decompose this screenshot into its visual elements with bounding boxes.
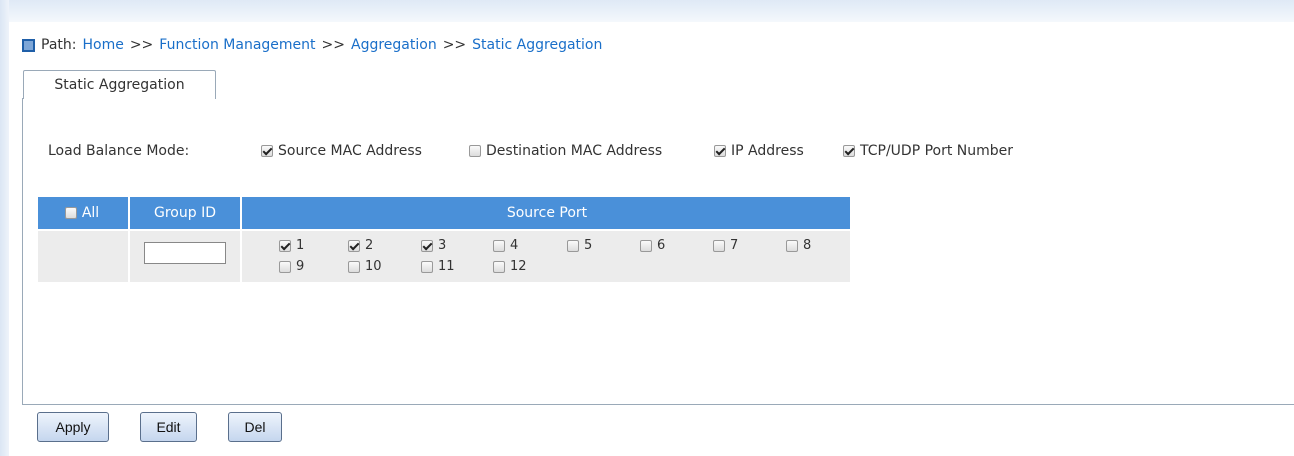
port-label: 1 [296,238,305,253]
port-5-checkbox[interactable] [567,239,579,252]
aggregation-table: All Group ID Source Port 1 2 3 4 5 6 7 8… [38,197,850,282]
port-item: 3 [421,238,446,253]
path-square-icon [22,38,35,52]
port-2-checkbox[interactable] [348,239,360,252]
header-all: All [38,197,126,229]
option-destination-mac: Destination MAC Address [469,143,662,159]
destination-mac-checkbox[interactable] [469,145,481,157]
ip-address-label: IP Address [731,143,804,159]
port-item: 12 [493,259,527,274]
port-item: 6 [640,238,665,253]
top-band [0,0,1294,22]
port-6-checkbox[interactable] [640,239,652,252]
port-item: 8 [786,238,811,253]
header-group-id: Group ID [128,197,240,229]
del-button[interactable]: Del [228,412,282,442]
port-label: 12 [510,259,527,274]
port-label: 4 [510,238,519,253]
table-header: All Group ID Source Port [38,197,850,229]
option-tcp-udp-port: TCP/UDP Port Number [843,143,1013,159]
port-item: 9 [279,259,304,274]
port-item: 4 [493,238,518,253]
table-row: 1 2 3 4 5 6 7 8 9 10 11 12 [38,231,850,282]
port-11-checkbox[interactable] [421,260,433,273]
port-item: 7 [713,238,738,253]
breadcrumb-function-management-link[interactable]: Function Management [159,37,315,53]
port-7-checkbox[interactable] [713,239,725,252]
left-band [0,0,9,456]
row-select-cell [38,231,126,282]
ip-address-checkbox[interactable] [714,145,726,157]
port-label: 7 [730,238,739,253]
port-9-checkbox[interactable] [279,260,291,273]
header-all-label: All [81,205,100,221]
apply-button[interactable]: Apply [37,412,109,442]
group-id-input[interactable] [144,242,226,264]
port-item: 5 [567,238,592,253]
tab-static-aggregation[interactable]: Static Aggregation [23,70,216,99]
select-all-checkbox[interactable] [64,207,77,219]
port-label: 11 [438,259,455,274]
breadcrumb: Path: Home >> Function Management >> Agg… [22,36,602,54]
port-item: 2 [348,238,373,253]
port-label: 10 [365,259,382,274]
option-source-mac: Source MAC Address [261,143,422,159]
port-item: 1 [279,238,304,253]
source-port-cell: 1 2 3 4 5 6 7 8 9 10 11 12 [240,231,852,282]
port-item: 11 [421,259,455,274]
tcp-udp-port-label: TCP/UDP Port Number [860,143,1014,159]
port-8-checkbox[interactable] [786,239,798,252]
breadcrumb-label: Path: [41,37,77,53]
port-3-checkbox[interactable] [421,239,433,252]
tcp-udp-port-checkbox[interactable] [843,145,855,157]
port-1-checkbox[interactable] [279,239,291,252]
port-label: 8 [803,238,812,253]
option-ip-address: IP Address [714,143,804,159]
breadcrumb-home-link[interactable]: Home [82,37,123,53]
load-balance-mode-label: Load Balance Mode: [48,143,190,159]
port-label: 9 [296,259,305,274]
port-label: 6 [657,238,666,253]
group-id-cell [128,231,240,282]
destination-mac-label: Destination MAC Address [486,143,663,159]
breadcrumb-separator: >> [442,37,467,53]
source-mac-label: Source MAC Address [278,143,422,159]
header-source-port: Source Port [240,197,852,229]
port-label: 3 [438,238,447,253]
edit-button[interactable]: Edit [140,412,197,442]
breadcrumb-static-aggregation-link[interactable]: Static Aggregation [472,37,602,53]
port-item: 10 [348,259,382,274]
breadcrumb-aggregation-link[interactable]: Aggregation [351,37,437,53]
port-label: 5 [584,238,593,253]
breadcrumb-separator: >> [321,37,345,53]
port-4-checkbox[interactable] [493,239,505,252]
port-10-checkbox[interactable] [348,260,360,273]
source-mac-checkbox[interactable] [261,145,273,157]
breadcrumb-separator: >> [129,37,154,53]
port-label: 2 [365,238,374,253]
port-12-checkbox[interactable] [493,260,505,273]
